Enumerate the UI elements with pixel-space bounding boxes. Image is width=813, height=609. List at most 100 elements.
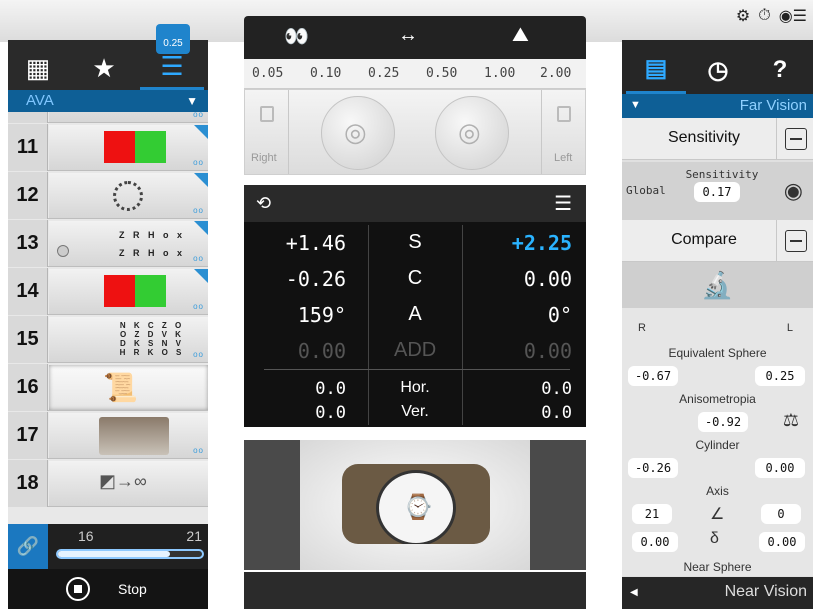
scale-label[interactable]: 0.05 (252, 66, 283, 81)
preview-footer (244, 572, 586, 609)
axis-label: Axis (706, 484, 729, 498)
timer-icon[interactable]: ⏱ (758, 7, 770, 25)
progress-slider[interactable] (56, 549, 204, 559)
near-vision-label: Near Vision (724, 583, 807, 600)
ver-label: Ver. (401, 403, 429, 420)
link-icon[interactable]: 🔗 (8, 524, 48, 569)
microscope-icon[interactable]: 🔬 (622, 262, 813, 308)
ver-right-value[interactable]: 0.0 (315, 403, 346, 423)
ver-left-value[interactable]: 0.0 (541, 403, 572, 423)
scale-label[interactable]: 2.00 (540, 66, 571, 81)
scale-label[interactable]: 0.10 (310, 66, 341, 81)
axis-l: 0 (761, 504, 801, 524)
chart-preview (244, 440, 586, 570)
program-selector[interactable]: AVA ▼ (8, 90, 208, 112)
test-number: 17 (8, 412, 48, 459)
collapse-compare-button[interactable] (785, 230, 807, 252)
test-card: N K C Z O O Z D V K D K S N V H R K O S … (49, 317, 208, 362)
stop-button[interactable]: Stop (8, 569, 208, 609)
compare-body: R L Equivalent Sphere -0.67 0.25 Anisome… (622, 308, 813, 576)
sphere-row[interactable]: +1.46 S +2.25 (244, 225, 586, 261)
cylinder-left-value[interactable]: 0.00 (524, 267, 572, 291)
axis-left-value[interactable]: 0° (548, 303, 572, 327)
scale-label[interactable]: 1.00 (484, 66, 515, 81)
dot-circle-icon (113, 181, 143, 211)
compare-title: Compare (671, 231, 737, 248)
test-panel: ▦ ★ ☰ AVA ▼ oo 11 oo 12 oo 13 Z R H o x … (8, 40, 208, 609)
list-item[interactable]: 16 📜 (8, 364, 208, 411)
vertical-prism-row[interactable]: 0.0 Ver. 0.0 (244, 397, 586, 433)
hor-left-value[interactable]: 0.0 (541, 379, 572, 399)
gear-icon[interactable]: ⚙ (736, 6, 750, 26)
left-eye-button[interactable] (435, 96, 509, 170)
add-right-value[interactable]: 0.00 (298, 339, 346, 363)
balance-scale-icon: ⚖ (782, 410, 799, 430)
chevron-down-icon: ▼ (630, 99, 641, 111)
add-row[interactable]: 0.00 ADD 0.00 (244, 333, 586, 369)
clock-thumbnail (99, 417, 169, 455)
right-eye-button[interactable] (321, 96, 395, 170)
unlock-icon (260, 106, 274, 122)
right-eye-lock[interactable]: Right (245, 90, 289, 174)
red-green-chart-icon (104, 131, 166, 163)
near-vision-selector[interactable]: ◀ Near Vision (622, 577, 813, 609)
list-item[interactable]: 18 ◩→∞ (8, 460, 208, 507)
scale-label[interactable]: 0.25 (368, 66, 399, 81)
sensitivity-label: Sensitivity (685, 168, 759, 181)
left-eye-lock[interactable]: Left (541, 90, 585, 174)
cylinder-row[interactable]: -0.26 C 0.00 (244, 261, 586, 297)
sphere-left-value[interactable]: +2.25 (512, 231, 572, 255)
collapse-sensitivity-button[interactable] (785, 128, 807, 150)
list-item[interactable]: 12 oo (8, 172, 208, 219)
equivalent-sphere-l: 0.25 (755, 366, 805, 386)
star-icon[interactable]: ★ (74, 46, 134, 90)
sensitivity-header[interactable]: Sensitivity (622, 118, 813, 160)
test-number: 12 (8, 172, 48, 219)
list-item[interactable]: 15 N K C Z O O Z D V K D K S N V H R K O… (8, 316, 208, 363)
menu-icon[interactable]: ☰ (554, 191, 572, 216)
binocular-eyes-icon[interactable]: 👀 (284, 24, 309, 49)
corner-icon (194, 125, 208, 139)
acuity-marker[interactable]: 0.25 (156, 24, 190, 54)
letter-chart: Z R H o x Z R H o x (118, 230, 185, 258)
eye-distance-icon[interactable]: ↔ (398, 24, 418, 47)
landscape-icon[interactable]: ⛰ (512, 24, 529, 47)
help-icon[interactable]: ? (750, 46, 810, 94)
cylinder-r: -0.26 (628, 458, 678, 478)
list-item[interactable]: 14 oo (8, 268, 208, 315)
patient-record-icon[interactable]: ▤ (626, 46, 686, 94)
clock-face-icon (376, 470, 456, 544)
eye-menu-icon[interactable]: ◉☰ (779, 6, 807, 26)
scale-label[interactable]: 0.50 (426, 66, 457, 81)
test-card: 📜 (49, 365, 208, 410)
hor-right-value[interactable]: 0.0 (315, 379, 346, 399)
axis-row[interactable]: 159° A 0° (244, 297, 586, 333)
list-item[interactable]: 13 Z R H o x Z R H o x oo (8, 220, 208, 267)
compare-header[interactable]: Compare (622, 220, 813, 262)
test-card: oo (49, 173, 208, 218)
eye-gauge-icon[interactable]: ◉ (784, 178, 803, 204)
axis-right-value[interactable]: 159° (298, 303, 346, 327)
unlock-icon (557, 106, 571, 122)
list-item[interactable]: oo (8, 112, 208, 123)
reset-icon[interactable]: ⟲ (256, 193, 271, 214)
add-left-value[interactable]: 0.00 (524, 339, 572, 363)
sensitivity-value[interactable]: 0.17 (694, 182, 740, 202)
hor-label: Hor. (400, 379, 430, 396)
test-number: 18 (8, 460, 48, 507)
r-label: R (638, 322, 646, 334)
refraction-header: ⟲ ☰ (244, 185, 586, 222)
sphere-right-value[interactable]: +1.46 (286, 231, 346, 255)
grid-icon[interactable]: ▦ (8, 46, 68, 90)
chevron-down-icon: ▼ (186, 94, 198, 108)
test-card: oo (49, 125, 208, 170)
cylinder-right-value[interactable]: -0.26 (286, 267, 346, 291)
anisometropia-value: -0.92 (698, 412, 748, 432)
patient-history-icon[interactable]: ◷ (688, 46, 748, 94)
list-item[interactable]: 17 oo (8, 412, 208, 459)
acuity-scale[interactable]: 0.05 0.10 0.25 0.50 1.00 2.00 (244, 59, 586, 89)
far-vision-selector[interactable]: ▼ Far Vision (622, 94, 813, 118)
equivalent-sphere-r: -0.67 (628, 366, 678, 386)
cylinder-label: C (407, 267, 423, 289)
list-item[interactable]: 11 oo (8, 124, 208, 171)
